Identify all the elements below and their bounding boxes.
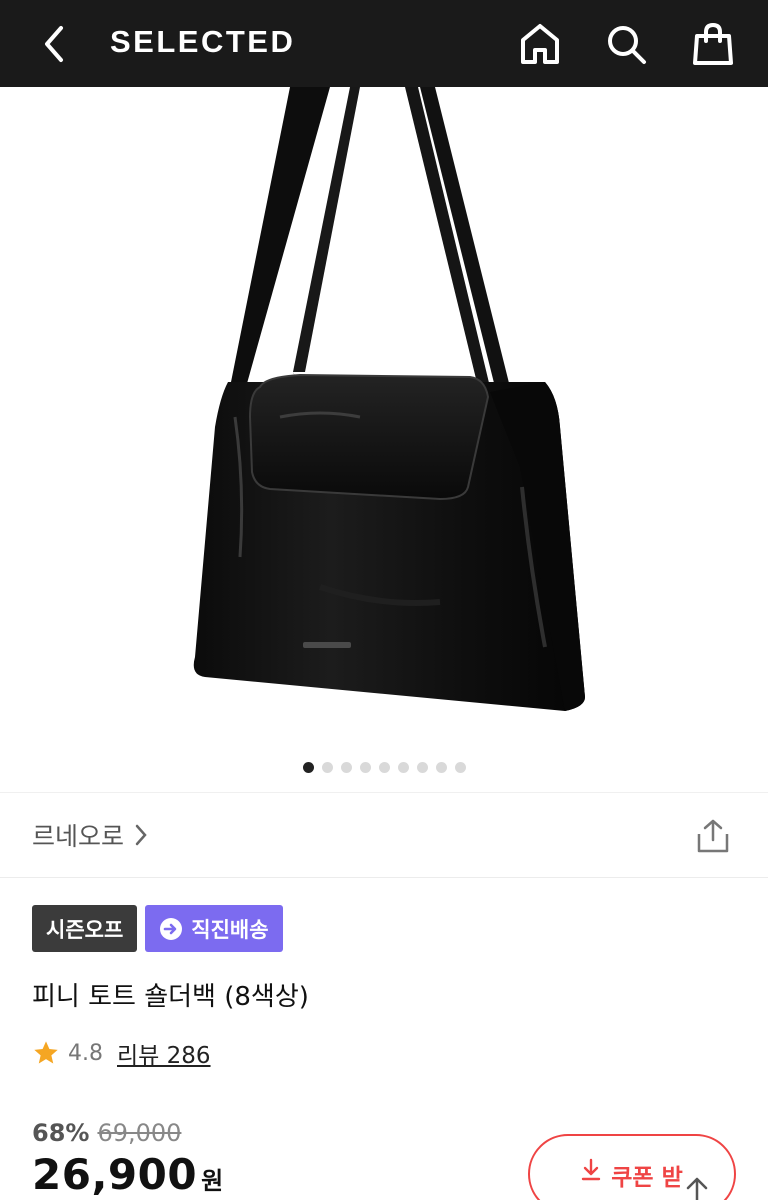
gallery-dot[interactable] [321,761,333,773]
rating-row: 4.8 리뷰 286 [32,1036,211,1070]
gallery-dot[interactable] [416,761,428,773]
direct-delivery-badge: 직진배송 [145,905,283,952]
season-off-label: 시즌오프 [46,917,124,942]
top-header: SELECTED [0,0,768,87]
discount-row: 68% 69,000 [32,1119,181,1147]
search-icon [608,26,646,64]
scroll-top-button[interactable] [674,1170,720,1200]
review-count-link[interactable]: 리뷰 286 [117,1036,211,1070]
direct-delivery-label: 직진배송 [191,917,269,942]
gallery-pagination [0,760,768,774]
rating-value: 4.8 [68,1040,103,1066]
cart-button[interactable] [687,18,739,70]
original-price: 69,000 [97,1119,182,1147]
product-image[interactable] [0,87,768,792]
coupon-label: 쿠폰 받 [611,1165,683,1191]
share-button[interactable] [690,813,736,859]
gallery-dot[interactable] [359,761,371,773]
product-detail-page: SELECTED 르네오로 시즌오프 직진배송 피니 토트 숄더백 (8색상) … [0,0,768,1200]
brand-row: 르네오로 [0,792,768,878]
brand-link[interactable]: 르네오로 [32,817,148,853]
chevron-right-icon [135,824,147,846]
gallery-dot[interactable] [378,761,390,773]
gallery-dot[interactable] [397,761,409,773]
gallery-dot[interactable] [340,761,352,773]
star-icon [34,1041,58,1064]
gallery-dot[interactable] [435,761,447,773]
brand-name: 르네오로 [32,822,125,851]
home-button[interactable] [514,18,566,70]
back-button[interactable] [30,20,78,68]
sale-price-row: 26,900 원 [32,1150,223,1199]
download-icon [582,1158,601,1181]
search-button[interactable] [600,18,652,70]
product-title: 피니 토트 숄더백 (8색상) [32,982,309,1012]
shopping-bag-icon [693,22,733,65]
gallery-dot[interactable] [302,761,314,773]
badge-group: 시즌오프 직진배송 [32,905,283,952]
sale-price: 26,900 [32,1150,198,1199]
home-icon [521,24,559,64]
chevron-left-icon [45,26,63,62]
currency-unit: 원 [201,1167,224,1195]
discount-rate: 68% [32,1119,90,1147]
product-bag-image [193,87,585,711]
share-icon [697,819,729,853]
season-off-badge: 시즌오프 [32,905,138,952]
delivery-icon [160,917,183,940]
brand-logo[interactable]: SELECTED [110,24,295,60]
gallery-dot[interactable] [454,761,466,773]
arrow-up-icon [686,1177,708,1200]
